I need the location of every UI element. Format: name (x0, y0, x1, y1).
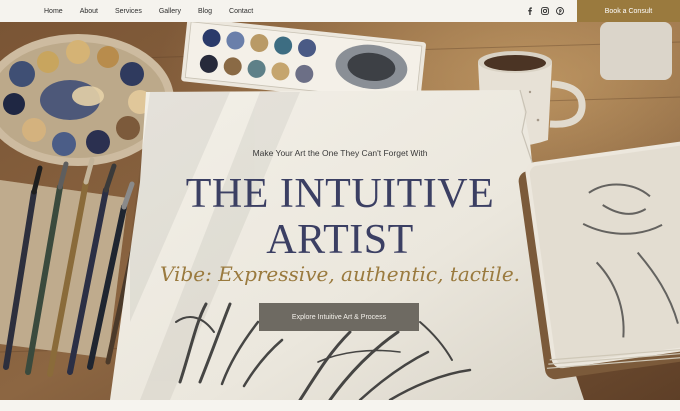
hero-eyebrow: Make Your Art the One They Can't Forget … (252, 148, 428, 158)
hero-title-line2: ARTIST (266, 217, 414, 263)
nav-links: Home About Services Gallery Blog Contact (44, 0, 253, 22)
top-nav-bar: Home About Services Gallery Blog Contact… (0, 0, 680, 22)
hero-title-line1: THE INTUITIVE (185, 171, 495, 217)
facebook-icon[interactable] (526, 7, 534, 15)
nav-link-contact[interactable]: Contact (229, 8, 253, 15)
nav-link-blog[interactable]: Blog (198, 8, 212, 15)
nav-link-home[interactable]: Home (44, 8, 63, 15)
section-divider (0, 400, 680, 411)
social-links (526, 0, 564, 22)
hero-section: Make Your Art the One They Can't Forget … (0, 22, 680, 400)
instagram-icon[interactable] (541, 7, 549, 15)
book-consult-button[interactable]: Book a Consult (577, 0, 680, 22)
pinterest-icon[interactable] (556, 7, 564, 15)
nav-link-gallery[interactable]: Gallery (159, 8, 181, 15)
explore-art-button[interactable]: Explore Intuitive Art & Process (259, 303, 419, 331)
hero-tagline: Vibe: Expressive, authentic, tactile. (159, 262, 521, 286)
nav-link-about[interactable]: About (80, 8, 98, 15)
nav-link-services[interactable]: Services (115, 8, 142, 15)
